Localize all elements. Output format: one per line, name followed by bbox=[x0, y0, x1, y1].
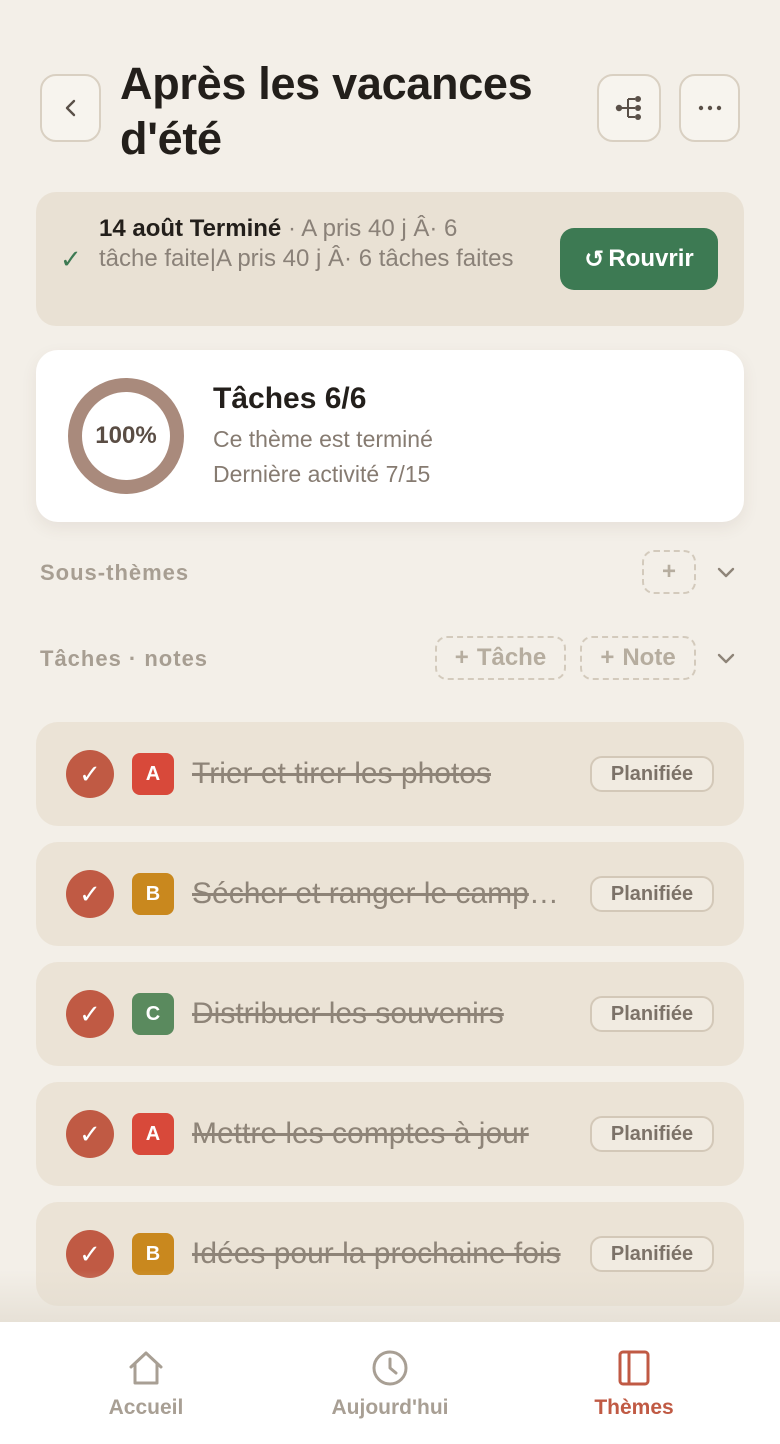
completed-check-icon[interactable]: ✓ bbox=[66, 990, 114, 1038]
task-title: Mettre les comptes à jour bbox=[192, 1117, 529, 1150]
nav-today-label: Aujourd'hui bbox=[331, 1396, 449, 1419]
page-title: Après les vacances d'été bbox=[120, 58, 533, 164]
task-status-badge: Planifiée bbox=[590, 1236, 714, 1272]
task-status-badge: Planifiée bbox=[590, 996, 714, 1032]
priority-badge: A bbox=[132, 1113, 174, 1155]
task-status-badge: Planifiée bbox=[590, 876, 714, 912]
nav-home[interactable]: Accueil bbox=[16, 1322, 276, 1444]
completed-check-icon[interactable]: ✓ bbox=[66, 870, 114, 918]
nav-today[interactable]: Aujourd'hui bbox=[260, 1322, 520, 1444]
chevron-left-icon bbox=[65, 99, 75, 117]
status-date: 14 août Terminé bbox=[99, 215, 282, 242]
nav-themes[interactable]: Thèmes bbox=[504, 1322, 764, 1444]
task-title: Trier et tirer les photos bbox=[192, 757, 491, 790]
progress-title: Tâches 6/6 bbox=[213, 382, 367, 415]
reopen-icon: ↺ bbox=[584, 245, 605, 273]
more-button[interactable] bbox=[679, 74, 740, 142]
last-activity: Dernière activité 7/15 bbox=[213, 461, 431, 487]
completed-check-icon[interactable]: ✓ bbox=[66, 1110, 114, 1158]
add-task-button[interactable]: + Tâche bbox=[435, 636, 566, 680]
nav-home-label: Accueil bbox=[108, 1396, 184, 1419]
completion-status-card: ✓ 14 août Terminé · A pris 40 j Â· 6 tâc… bbox=[36, 192, 744, 326]
plus-icon: + bbox=[661, 558, 676, 585]
book-icon bbox=[618, 1350, 650, 1386]
plus-icon: + bbox=[600, 644, 615, 671]
task-row[interactable]: ✓ A Mettre les comptes à jour Planifiée bbox=[36, 1082, 744, 1186]
tasks-notes-label: Tâches · notes bbox=[40, 646, 209, 671]
check-icon: ✓ bbox=[60, 244, 82, 274]
chevron-down-icon[interactable] bbox=[714, 561, 738, 585]
task-status-badge: Planifiée bbox=[590, 756, 714, 792]
add-task-label: Tâche bbox=[476, 644, 547, 671]
task-title: Distribuer les souvenirs bbox=[192, 997, 504, 1030]
back-button[interactable] bbox=[40, 74, 101, 142]
nav-themes-label: Thèmes bbox=[594, 1396, 674, 1419]
bottom-nav: Accueil Aujourd'hui Thèmes bbox=[0, 1322, 780, 1444]
plus-icon: + bbox=[454, 644, 469, 671]
priority-badge: B bbox=[132, 873, 174, 915]
subthemes-label: Sous-thèmes bbox=[40, 560, 190, 585]
priority-badge: A bbox=[132, 753, 174, 795]
progress-percent: 100% bbox=[95, 422, 157, 449]
task-row[interactable]: ✓ B Sécher et ranger le camping Planifié… bbox=[36, 842, 744, 946]
scroll-fade bbox=[0, 1270, 780, 1324]
priority-badge: C bbox=[132, 993, 174, 1035]
clock-icon bbox=[372, 1350, 408, 1386]
tree-icon bbox=[615, 96, 641, 120]
more-icon bbox=[698, 105, 721, 111]
completed-check-icon[interactable]: ✓ bbox=[66, 750, 114, 798]
reopen-label: Rouvrir bbox=[608, 245, 694, 272]
header: Après les vacances d'été bbox=[0, 0, 780, 180]
task-row[interactable]: ✓ C Distribuer les souvenirs Planifiée bbox=[36, 962, 744, 1066]
home-icon bbox=[129, 1351, 163, 1385]
priority-badge: B bbox=[132, 1233, 174, 1275]
task-status-badge: Planifiée bbox=[590, 1116, 714, 1152]
progress-card: 100% Tâches 6/6 Ce thème est terminé Der… bbox=[36, 350, 744, 522]
task-row[interactable]: ✓ A Trier et tirer les photos Planifiée bbox=[36, 722, 744, 826]
task-title: Idées pour la prochaine fois bbox=[192, 1237, 561, 1270]
add-subtheme-button[interactable]: + bbox=[642, 550, 696, 594]
chevron-down-icon[interactable] bbox=[714, 647, 738, 671]
add-note-label: Note bbox=[622, 644, 676, 671]
reopen-button[interactable]: ↺ Rouvrir bbox=[560, 228, 718, 290]
progress-subtitle: Ce thème est terminé bbox=[213, 426, 433, 452]
add-note-button[interactable]: + Note bbox=[580, 636, 696, 680]
structure-button[interactable] bbox=[597, 74, 661, 142]
task-title: Sécher et ranger le camping bbox=[192, 877, 564, 910]
status-text: 14 août Terminé · A pris 40 j Â· 6 tâche… bbox=[99, 214, 519, 274]
